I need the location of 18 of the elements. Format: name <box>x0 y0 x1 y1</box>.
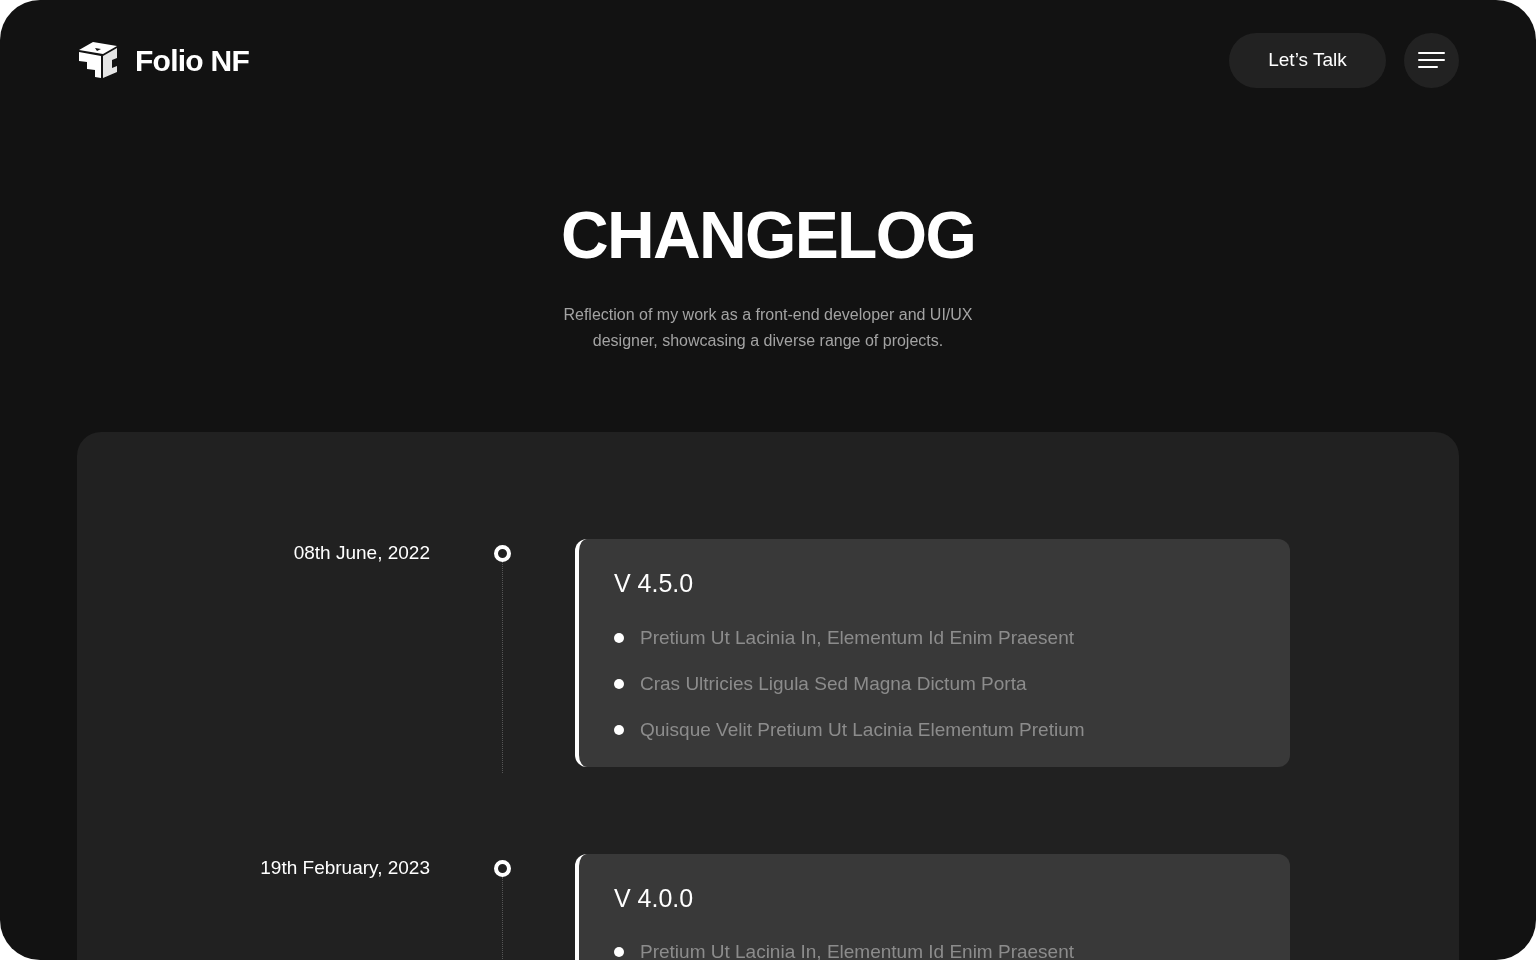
menu-icon <box>1418 51 1445 69</box>
cube-logo-icon <box>77 40 119 80</box>
change-item: Cras Ultricies Ligula Sed Magna Dictum Porta <box>640 671 1027 696</box>
version-title: V 4.5.0 <box>614 568 695 599</box>
bullet-icon <box>614 678 624 689</box>
change-item: Quisque Velit Pretium Ut Lacinia Elementum Pretium <box>640 717 1085 742</box>
bullet-icon <box>614 947 624 957</box>
lets-talk-button[interactable]: Let’s Talk <box>1229 32 1386 88</box>
page-title: CHANGELOG <box>560 202 976 268</box>
brand-name: Folio NF <box>135 42 249 79</box>
bullet-icon <box>614 632 624 643</box>
change-item: Pretium Ut Lacinia In, Elementum Id Enim Praesent <box>640 625 1075 650</box>
entry-date: 19th February, 2023 <box>260 856 430 878</box>
version-title: V 4.0.0 <box>614 882 695 914</box>
change-item: Pretium Ut Lacinia In, Elementum Id Enim Praesent <box>640 940 1075 960</box>
page-subtitle: Reflection of my work as a front-end developer and UI/UX designer, showcasing a diverse range of projects. <box>562 305 974 351</box>
bullet-icon <box>614 724 624 735</box>
entry-date: 08th June, 2022 <box>293 542 430 563</box>
